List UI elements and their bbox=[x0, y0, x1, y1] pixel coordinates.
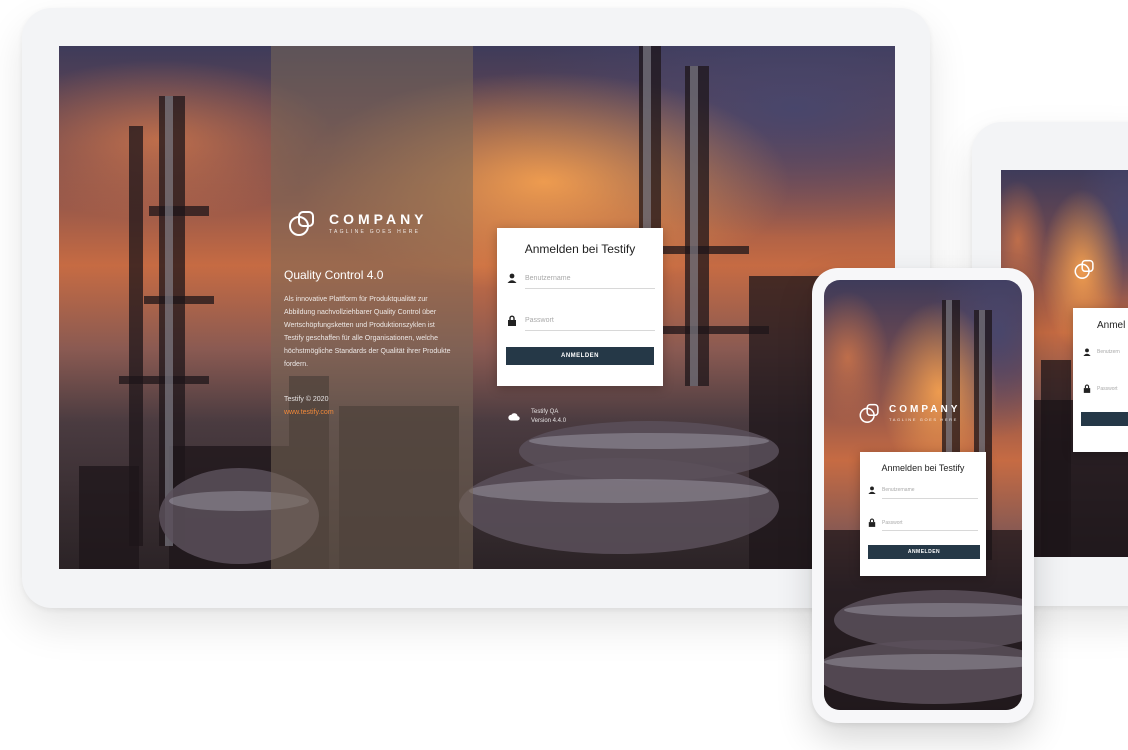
company-name: COMPANY bbox=[889, 404, 961, 415]
login-card: Anmelden bei Testify Benutzername Passwo… bbox=[860, 452, 986, 576]
product-name: Testify QA bbox=[531, 409, 559, 415]
login-card: Anmelden bei Testify Benutzername Passwo… bbox=[497, 228, 663, 386]
cloud-icon bbox=[508, 413, 520, 421]
lock-icon bbox=[508, 315, 516, 326]
company-tagline: TAGLINE GOES HERE bbox=[889, 417, 958, 422]
logo-mark-icon bbox=[859, 403, 879, 423]
password-field[interactable]: Passwort bbox=[507, 315, 655, 326]
password-field[interactable]: Passwort bbox=[1083, 384, 1118, 393]
intro-description: Als innovative Plattform für Produktqual… bbox=[284, 296, 451, 368]
lock-icon bbox=[868, 518, 876, 527]
user-icon bbox=[868, 486, 876, 494]
company-name: COMPANY bbox=[329, 211, 428, 227]
password-input[interactable]: Passwort bbox=[882, 520, 903, 526]
password-field[interactable]: Passwort bbox=[868, 518, 903, 527]
user-icon bbox=[1083, 348, 1091, 356]
company-logo: COMPANY TAGLINE GOES HERE bbox=[858, 400, 960, 426]
login-card: Anmel Benutzern Passwort bbox=[1073, 308, 1128, 452]
username-input[interactable]: Benutzername bbox=[525, 275, 571, 282]
password-underline bbox=[525, 330, 655, 331]
username-input[interactable]: Benutzername bbox=[882, 487, 915, 493]
username-field[interactable]: Benutzername bbox=[507, 273, 655, 283]
company-logo bbox=[1073, 256, 1099, 282]
password-input[interactable]: Passwort bbox=[525, 317, 554, 324]
username-input[interactable]: Benutzern bbox=[1097, 349, 1120, 355]
password-input[interactable]: Passwort bbox=[1097, 386, 1118, 392]
phone-screen: COMPANY TAGLINE GOES HERE Anmelden bei T… bbox=[824, 280, 1022, 710]
login-title: Anmel bbox=[1097, 320, 1126, 331]
username-field[interactable]: Benutzername bbox=[868, 486, 915, 494]
copyright-text: Testify © 2020 bbox=[284, 396, 329, 403]
logo-mark-icon bbox=[289, 211, 314, 236]
login-title: Anmelden bei Testify bbox=[524, 242, 636, 256]
tablet-screen: COMPANY TAGLINE GOES HERE Quality Contro… bbox=[59, 46, 895, 569]
company-logo: COMPANY TAGLINE GOES HERE bbox=[287, 206, 428, 240]
password-underline bbox=[882, 530, 978, 531]
version-number: Version 4.4.0 bbox=[531, 418, 567, 424]
username-underline bbox=[882, 498, 978, 499]
login-button[interactable] bbox=[1081, 412, 1128, 426]
username-field[interactable]: Benutzern bbox=[1083, 348, 1120, 356]
logo-mark-icon bbox=[1074, 259, 1094, 279]
login-button[interactable]: ANMELDEN bbox=[868, 545, 980, 559]
website-link[interactable]: www.testify.com bbox=[284, 409, 334, 416]
username-underline bbox=[525, 288, 655, 289]
user-icon bbox=[507, 273, 517, 283]
login-title: Anmelden bei Testify bbox=[881, 463, 965, 473]
plant-silhouette bbox=[79, 46, 895, 569]
company-tagline: TAGLINE GOES HERE bbox=[329, 229, 421, 235]
lock-icon bbox=[1083, 384, 1091, 393]
version-info: Testify QA Version 4.4.0 bbox=[531, 408, 566, 426]
intro-title: Quality Control 4.0 bbox=[284, 268, 384, 282]
login-button[interactable]: ANMELDEN bbox=[506, 347, 654, 365]
